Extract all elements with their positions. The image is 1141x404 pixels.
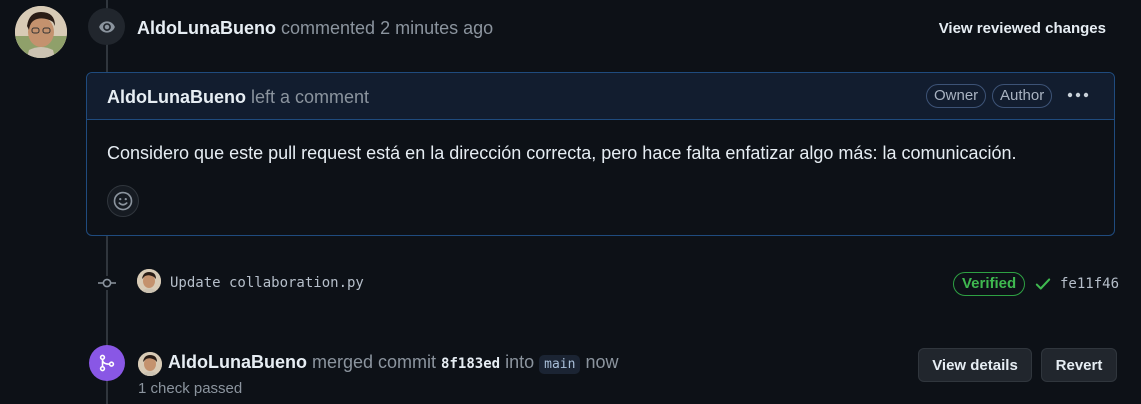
review-header: AldoLunaBueno commented 2 minutes ago [137, 18, 493, 39]
comment-author-link[interactable]: AldoLunaBueno [107, 87, 246, 107]
comment-author-line: AldoLunaBueno left a comment [107, 87, 369, 108]
merge-author-link[interactable]: AldoLunaBueno [168, 352, 307, 372]
eye-icon [98, 20, 115, 33]
view-reviewed-changes-link[interactable]: View reviewed changes [939, 20, 1106, 37]
git-merge-icon [99, 354, 115, 372]
review-action: commented [281, 18, 376, 38]
owner-badge: Owner [926, 84, 987, 108]
check-icon [1035, 278, 1051, 290]
merge-into: into [505, 352, 535, 372]
smiley-icon [113, 191, 133, 211]
comment-action: left a comment [251, 87, 370, 107]
comment-header: AldoLunaBueno left a comment Owner Autho… [87, 73, 1114, 120]
review-badge [88, 8, 125, 45]
commit-message-link[interactable]: Update collaboration.py [170, 275, 364, 291]
merge-event-line: AldoLunaBueno merged commit 8f183ed into… [168, 352, 618, 374]
branch-label[interactable]: main [539, 355, 581, 374]
view-details-button[interactable]: View details [918, 348, 1032, 382]
merge-time[interactable]: now [585, 352, 618, 372]
merge-author-avatar[interactable] [138, 352, 162, 376]
commit-author-avatar[interactable] [137, 269, 161, 293]
review-author-link[interactable]: AldoLunaBueno [137, 18, 276, 38]
add-reaction-button[interactable] [107, 185, 139, 217]
author-badge: Author [992, 84, 1053, 108]
avatar[interactable] [15, 6, 67, 58]
revert-button[interactable]: Revert [1041, 348, 1117, 382]
comment-body: Considero que este pull request está en … [107, 143, 1017, 163]
comment-box: AldoLunaBueno left a comment Owner Autho… [86, 72, 1115, 236]
merged-commit-sha-link[interactable]: 8f183ed [441, 356, 500, 372]
review-time[interactable]: 2 minutes ago [380, 18, 493, 38]
comment-options-button[interactable] [1066, 85, 1090, 105]
commit-node [98, 276, 116, 290]
merge-badge [89, 345, 125, 381]
commit-sha-link[interactable]: fe11f46 [1060, 276, 1119, 292]
checks-status[interactable]: 1 check passed [138, 380, 242, 397]
kebab-horizontal-icon [1067, 92, 1089, 98]
git-commit-icon [98, 278, 116, 288]
merge-action: merged commit [312, 352, 437, 372]
verified-badge[interactable]: Verified [953, 272, 1026, 296]
